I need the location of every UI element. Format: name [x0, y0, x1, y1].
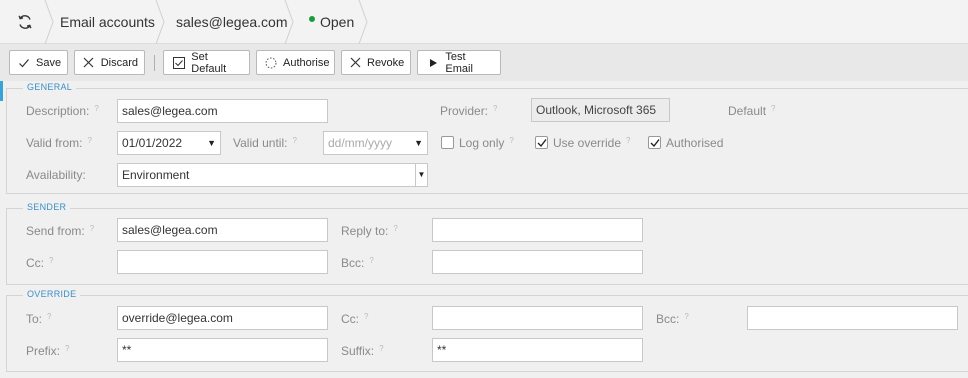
- description-field[interactable]: sales@legea.com: [117, 99, 328, 123]
- authorised-label: Authorised: [666, 136, 724, 150]
- help-icon[interactable]: ?: [369, 256, 373, 265]
- set-default-button[interactable]: Set Default: [163, 50, 250, 75]
- help-icon[interactable]: ?: [94, 104, 98, 113]
- help-icon[interactable]: ?: [90, 224, 94, 233]
- help-icon[interactable]: ?: [509, 136, 513, 145]
- log-only-label: Log only?: [459, 136, 514, 150]
- spinner-icon: [265, 56, 277, 70]
- prefix-label: Prefix:?: [26, 344, 70, 358]
- breadcrumb-record[interactable]: sales@legea.com: [176, 0, 288, 44]
- status-badge: Open: [309, 0, 354, 44]
- help-icon[interactable]: ?: [49, 256, 53, 265]
- chevron-down-icon[interactable]: ▼: [207, 132, 216, 154]
- check-icon: [537, 138, 547, 147]
- override-bcc-label: Bcc:?: [656, 312, 689, 326]
- help-icon[interactable]: ?: [684, 312, 688, 321]
- close-icon: [83, 56, 95, 70]
- chevron-down-icon[interactable]: ▼: [415, 164, 427, 186]
- log-only-checkbox[interactable]: [441, 136, 454, 149]
- help-icon[interactable]: ?: [493, 104, 497, 113]
- use-override-label: Use override?: [553, 136, 631, 150]
- override-section-title: OVERRIDE: [23, 289, 81, 299]
- override-bcc-field[interactable]: [747, 306, 958, 330]
- default-label: Default?: [728, 104, 776, 118]
- help-icon[interactable]: ?: [87, 136, 91, 145]
- breadcrumb-email-accounts[interactable]: Email accounts: [60, 0, 155, 44]
- override-cc-field[interactable]: [432, 306, 643, 330]
- sender-cc-field[interactable]: [117, 250, 328, 274]
- revoke-button[interactable]: Revoke: [341, 50, 411, 75]
- chevron-down-icon[interactable]: ▼: [414, 132, 423, 154]
- suffix-field[interactable]: **: [432, 338, 643, 362]
- provider-label: Provider:?: [440, 104, 498, 118]
- check-icon: [650, 138, 660, 147]
- status-label: Open: [320, 14, 355, 30]
- set-default-label: Set Default: [191, 50, 227, 75]
- sender-section-title: SENDER: [23, 202, 71, 212]
- checkbox-icon: [172, 56, 185, 70]
- override-to-label: To:?: [26, 312, 52, 326]
- suffix-label: Suffix:?: [341, 344, 384, 358]
- valid-until-field[interactable]: dd/mm/yyyy ▼: [323, 131, 428, 155]
- save-label: Save: [36, 56, 62, 69]
- help-icon[interactable]: ?: [47, 312, 51, 321]
- general-section: GENERAL Description:? sales@legea.com Pr…: [6, 82, 968, 194]
- use-override-checkbox[interactable]: [535, 136, 548, 149]
- availability-select[interactable]: Environment ▼: [117, 163, 428, 187]
- send-from-field[interactable]: sales@legea.com: [117, 218, 328, 242]
- toolbar-divider: [154, 55, 155, 71]
- send-from-label: Send from:?: [26, 224, 95, 238]
- help-icon[interactable]: ?: [65, 344, 69, 353]
- breadcrumb-separator: [358, 0, 368, 44]
- valid-until-label: Valid until:?: [233, 136, 297, 150]
- override-to-field[interactable]: override@legea.com: [117, 306, 328, 330]
- help-icon[interactable]: ?: [771, 104, 775, 113]
- help-icon[interactable]: ?: [393, 224, 397, 233]
- revoke-label: Revoke: [367, 56, 405, 69]
- valid-until-placeholder: dd/mm/yyyy: [328, 136, 393, 150]
- help-icon[interactable]: ?: [626, 136, 630, 145]
- authorised-checkbox[interactable]: [648, 136, 661, 149]
- provider-field: Outlook, Microsoft 365: [531, 98, 670, 122]
- check-icon: [18, 56, 30, 70]
- refresh-icon: [18, 15, 32, 29]
- breadcrumb-separator: [44, 0, 54, 44]
- close-icon: [350, 56, 361, 70]
- prefix-field[interactable]: **: [117, 338, 328, 362]
- save-button[interactable]: Save: [9, 50, 68, 75]
- valid-from-label: Valid from:?: [26, 136, 92, 150]
- breadcrumb-separator: [155, 0, 165, 44]
- override-cc-label: Cc:?: [341, 312, 369, 326]
- discard-label: Discard: [100, 56, 138, 69]
- discard-button[interactable]: Discard: [74, 50, 145, 75]
- help-icon[interactable]: ?: [364, 312, 368, 321]
- authorise-label: Authorise: [283, 56, 330, 69]
- sender-bcc-label: Bcc:?: [341, 256, 374, 270]
- reply-to-label: Reply to:?: [341, 224, 398, 238]
- sender-section: SENDER Send from:? sales@legea.com Reply…: [6, 202, 968, 285]
- authorise-button[interactable]: Authorise: [256, 50, 335, 75]
- test-email-button[interactable]: Test Email: [417, 50, 501, 75]
- availability-label: Availability:: [26, 168, 86, 182]
- breadcrumb: Email accounts sales@legea.com Open: [0, 0, 968, 44]
- help-icon[interactable]: ?: [292, 136, 296, 145]
- refresh-button[interactable]: [16, 0, 34, 44]
- sender-cc-label: Cc:?: [26, 256, 54, 270]
- sender-bcc-field[interactable]: [432, 250, 643, 274]
- valid-from-value: 01/01/2022: [122, 136, 183, 150]
- breadcrumb-separator: [284, 0, 294, 44]
- form-content: GENERAL Description:? sales@legea.com Pr…: [0, 81, 968, 378]
- reply-to-field[interactable]: [432, 218, 643, 242]
- general-section-title: GENERAL: [23, 82, 77, 92]
- status-dot-icon: [309, 16, 315, 22]
- play-icon: [426, 56, 439, 70]
- description-label: Description:?: [26, 104, 99, 118]
- override-section: OVERRIDE To:? override@legea.com Cc:? Bc…: [6, 289, 968, 372]
- toolbar: Save Discard Set Default Authorise Revok…: [0, 44, 968, 81]
- availability-value: Environment: [122, 168, 190, 182]
- valid-from-field[interactable]: 01/01/2022 ▼: [117, 131, 221, 155]
- test-email-label: Test Email: [445, 50, 473, 75]
- active-indicator: [0, 81, 3, 101]
- help-icon[interactable]: ?: [379, 344, 383, 353]
